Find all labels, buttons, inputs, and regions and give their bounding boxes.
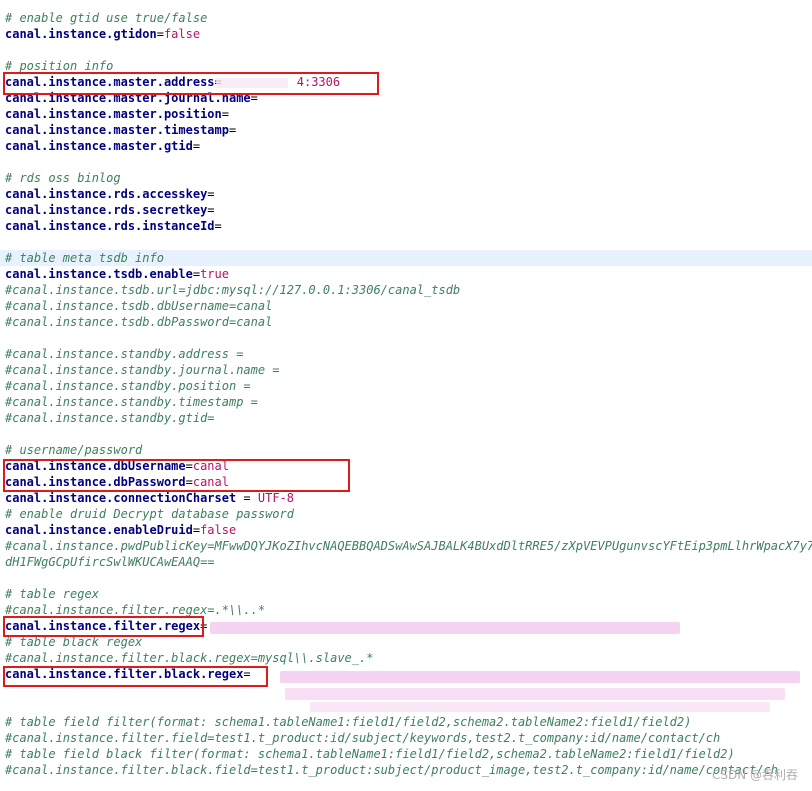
equals-sign: = (192, 267, 201, 281)
property-key: canal.instance.enableDruid (5, 523, 193, 537)
comment-text: # enable druid Decrypt database password (5, 507, 294, 521)
code-line: # table field black filter(format: schem… (5, 746, 812, 762)
code-line: #canal.instance.tsdb.dbUsername=canal (5, 298, 812, 314)
code-line: # enable druid Decrypt database password (5, 506, 812, 522)
annotation-box-master-address (3, 72, 379, 95)
annotation-box-filter-black-regex (3, 666, 268, 687)
comment-text: #canal.instance.filter.black.regex=mysql… (5, 651, 374, 665)
equals-sign: = (207, 187, 215, 201)
comment-text: #canal.instance.standby.address = (5, 347, 244, 361)
code-line: # table regex (5, 586, 812, 602)
comment-text: #canal.instance.standby.timestamp = (5, 395, 258, 409)
redaction-smudge (280, 671, 800, 683)
comment-text: #canal.instance.pwdPublicKey=MFwwDQYJKoZ… (5, 539, 812, 553)
property-key: canal.instance.rds.accesskey (5, 187, 208, 201)
code-line: #canal.instance.filter.black.regex=mysql… (5, 650, 812, 666)
property-key: canal.instance.master.timestamp (5, 123, 229, 137)
code-line: #canal.instance.tsdb.dbPassword=canal (5, 314, 812, 330)
watermark: CSDN @吞利吞 (711, 768, 798, 782)
code-line: # rds oss binlog (5, 170, 812, 186)
comment-text: #canal.instance.filter.regex=.*\\..* (5, 603, 266, 617)
equals-sign: = (221, 107, 229, 121)
redaction-smudge (285, 688, 785, 700)
property-key: canal.instance.master.gtid (5, 139, 193, 153)
comment-text: #canal.instance.standby.gtid= (5, 411, 215, 425)
comment-text: #canal.instance.tsdb.url=jdbc:mysql://12… (5, 283, 461, 297)
code-line: canal.instance.rds.instanceId= (5, 218, 812, 234)
equals-sign: = (214, 219, 222, 233)
comment-text: dH1FWgGCpUfircSwlWKUCAwEAAQ== (5, 555, 215, 569)
equals-sign: = (236, 491, 258, 505)
comment-text: # table field black filter(format: schem… (5, 747, 735, 761)
comment-text: # table meta tsdb info (5, 251, 164, 265)
comment-text: # rds oss binlog (5, 171, 121, 185)
annotation-box-db-credentials (3, 459, 350, 492)
property-value: false (200, 523, 237, 537)
property-key: canal.instance.master.position (5, 107, 222, 121)
property-key: canal.instance.rds.instanceId (5, 219, 215, 233)
comment-text: # position info (5, 59, 114, 73)
code-line: canal.instance.master.gtid= (5, 138, 812, 154)
code-line: #canal.instance.filter.black.field=test1… (5, 762, 812, 778)
code-line: # table meta tsdb info (0, 250, 812, 266)
property-value: UTF-8 (257, 491, 294, 505)
equals-sign: = (228, 123, 237, 137)
comment-text: # username/password (5, 443, 143, 457)
code-line: canal.instance.rds.secretkey= (5, 202, 812, 218)
code-line: # table field filter(format: schema1.tab… (5, 714, 812, 730)
code-line: #canal.instance.filter.field=test1.t_pro… (5, 730, 812, 746)
code-editor[interactable]: # enable gtid use true/false canal.instan… (0, 10, 812, 778)
code-line: #canal.instance.tsdb.url=jdbc:mysql://12… (5, 282, 812, 298)
property-value: true (200, 267, 229, 281)
property-value: false (163, 27, 201, 41)
code-line: canal.instance.gtidon=false (5, 26, 812, 42)
code-line: canal.instance.master.position= (5, 106, 812, 122)
redaction-smudge (210, 622, 680, 634)
code-line: canal.instance.connectionCharset = UTF-8 (5, 490, 812, 506)
comment-text: #canal.instance.tsdb.dbUsername=canal (5, 299, 273, 313)
comment-text: #canal.instance.tsdb.dbPassword=canal (5, 315, 273, 329)
code-line: #canal.instance.standby.position = (5, 378, 812, 394)
comment-text: # table field filter(format: schema1.tab… (5, 715, 692, 729)
property-key: canal.instance.connectionCharset (5, 491, 237, 505)
code-line: # username/password (5, 442, 812, 458)
code-line: #canal.instance.standby.gtid= (5, 410, 812, 426)
comment-text: #canal.instance.filter.black.field=test1… (5, 763, 779, 777)
property-key: canal.instance.tsdb.enable (5, 267, 193, 281)
comment-text: #canal.instance.filter.field=test1.t_pro… (5, 731, 721, 745)
code-line: canal.instance.master.timestamp= (5, 122, 812, 138)
annotation-box-filter-regex (3, 616, 204, 637)
redaction-smudge (310, 702, 770, 712)
redaction-smudge (216, 78, 288, 88)
equals-sign: = (207, 203, 215, 217)
comment-text: #canal.instance.standby.journal.name = (5, 363, 280, 377)
equals-sign: = (156, 27, 164, 41)
code-line: dH1FWgGCpUfircSwlWKUCAwEAAQ== (5, 554, 812, 570)
equals-sign: = (192, 523, 201, 537)
code-line: canal.instance.rds.accesskey= (5, 186, 812, 202)
property-key: canal.instance.gtidon (5, 27, 157, 41)
code-line: #canal.instance.standby.journal.name = (5, 362, 812, 378)
equals-sign: = (192, 139, 201, 153)
code-line: # enable gtid use true/false (5, 10, 812, 26)
comment-text: #canal.instance.standby.position = (5, 379, 251, 393)
code-line: #canal.instance.standby.timestamp = (5, 394, 812, 410)
comment-text: # table regex (5, 587, 99, 601)
code-line: #canal.instance.pwdPublicKey=MFwwDQYJKoZ… (5, 538, 812, 554)
code-line: canal.instance.enableDruid=false (5, 522, 812, 538)
code-line: #canal.instance.standby.address = (5, 346, 812, 362)
comment-text: # table black regex (5, 635, 143, 649)
code-line: canal.instance.tsdb.enable=true (5, 266, 812, 282)
property-key: canal.instance.rds.secretkey (5, 203, 208, 217)
comment-text: # enable gtid use true/false (5, 11, 208, 25)
